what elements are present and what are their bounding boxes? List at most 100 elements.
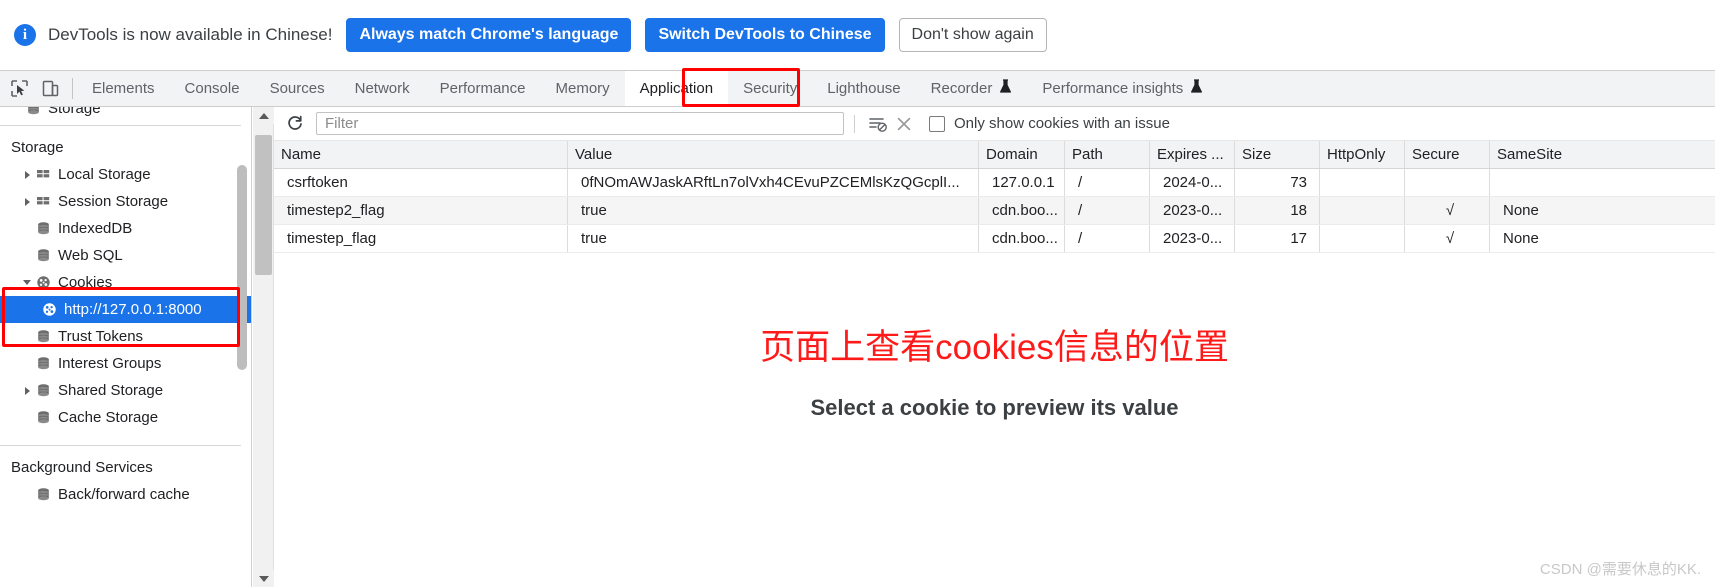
refresh-icon[interactable]: [282, 111, 308, 137]
column-header-name[interactable]: Name: [274, 141, 568, 168]
sidebar-section-storage: Storage: [11, 139, 64, 156]
chinese-annotation-text: 页面上查看cookies信息的位置: [760, 328, 1229, 367]
column-header-expires[interactable]: Expires ...: [1150, 141, 1235, 168]
twisty-right-icon[interactable]: [20, 386, 34, 395]
database-icon: [24, 107, 42, 116]
sidebar-item-label: Shared Storage: [58, 382, 164, 399]
cell-samesite: None: [1503, 230, 1539, 247]
sidebar-scrollbar-thumb[interactable]: [237, 165, 247, 370]
sidebar-item-local-storage[interactable]: Local Storage: [0, 161, 251, 188]
column-header-samesite[interactable]: SameSite: [1490, 141, 1590, 168]
devtools-window: i DevTools is now available in Chinese! …: [0, 0, 1715, 587]
cell-domain: cdn.boo...: [979, 197, 1065, 224]
cell-secure: [1405, 169, 1490, 196]
sidebar-item-trust-tokens[interactable]: Trust Tokens: [0, 323, 251, 350]
cookie-icon: [40, 302, 58, 317]
only-show-issues-checkbox[interactable]: Only show cookies with an issue: [929, 115, 1170, 132]
sidebar-scrollbar[interactable]: [237, 107, 247, 587]
watermark: CSDN @需要休息的KK.: [1539, 561, 1701, 578]
application-sidebar: Storage Storage Local Storage Session St…: [0, 107, 252, 587]
sidebar-item-cache-storage[interactable]: Cache Storage: [0, 404, 251, 431]
cookie-preview-area: 页面上查看cookies信息的位置 Select a cookie to pre…: [274, 249, 1715, 587]
tab-performance[interactable]: Performance: [425, 71, 541, 106]
cell-name: csrftoken: [274, 169, 568, 196]
sidebar-item-interest-groups[interactable]: Interest Groups: [0, 350, 251, 377]
tab-elements[interactable]: Elements: [77, 71, 170, 106]
cell-value: true: [568, 197, 979, 224]
devtools-tabstrip: Elements Console Sources Network Perform…: [0, 71, 1715, 107]
tabstrip-divider: [72, 78, 73, 99]
clear-filter-icon[interactable]: [865, 111, 891, 137]
tab-sources[interactable]: Sources: [255, 71, 340, 106]
column-header-size[interactable]: Size: [1235, 141, 1320, 168]
scroll-down-icon[interactable]: [253, 570, 274, 587]
tab-memory[interactable]: Memory: [541, 71, 625, 106]
sidebar-item-shared-storage[interactable]: Shared Storage: [0, 377, 251, 404]
scroll-up-icon[interactable]: [253, 107, 274, 124]
tab-network[interactable]: Network: [340, 71, 425, 106]
sidebar-item-label: Session Storage: [58, 193, 169, 210]
column-header-domain[interactable]: Domain: [979, 141, 1065, 168]
tab-console[interactable]: Console: [170, 71, 255, 106]
sidebar-item-cookies[interactable]: Cookies: [0, 269, 251, 296]
sidebar-item-label: Local Storage: [58, 166, 151, 183]
sidebar-item-label: IndexedDB: [58, 220, 133, 237]
twisty-right-icon[interactable]: [20, 197, 34, 206]
info-icon: i: [14, 24, 36, 46]
column-header-httponly[interactable]: HttpOnly: [1320, 141, 1405, 168]
cell-size: 73: [1235, 169, 1320, 196]
cell-path: /: [1065, 197, 1150, 224]
close-x-icon[interactable]: [891, 111, 917, 137]
table-row[interactable]: timestep2_flag true cdn.boo... / 2023-0.…: [274, 197, 1715, 225]
sidebar-item-indexeddb[interactable]: IndexedDB: [0, 215, 251, 242]
cookies-panel: Filter Only show cookies with an issue N…: [253, 107, 1715, 587]
column-header-secure[interactable]: Secure: [1405, 141, 1490, 168]
always-match-language-button[interactable]: Always match Chrome's language: [346, 18, 632, 52]
table-row[interactable]: csrftoken 0fNOmAWJaskARftLn7olVxh4CEvuPZ…: [274, 169, 1715, 197]
sidebar-item-back-forward-cache[interactable]: Back/forward cache: [0, 481, 251, 508]
database-icon: [34, 383, 52, 398]
tab-recorder[interactable]: Recorder: [916, 71, 1028, 106]
sidebar-item-cookie-origin[interactable]: http://127.0.0.1:8000: [0, 296, 251, 323]
panel-scrollbar-thumb[interactable]: [255, 135, 272, 275]
device-toolbar-icon[interactable]: [41, 79, 60, 98]
sidebar-divider-2: [0, 445, 241, 446]
sidebar-section-background-services: Background Services: [11, 459, 153, 476]
checkbox-box[interactable]: [929, 115, 945, 132]
switch-to-chinese-button[interactable]: Switch DevTools to Chinese: [645, 18, 885, 52]
preview-empty-message: Select a cookie to preview its value: [810, 395, 1179, 420]
tab-performance-insights[interactable]: Performance insights: [1027, 71, 1218, 106]
database-icon: [34, 221, 52, 236]
sidebar-item-storage-clipped[interactable]: Storage: [0, 107, 251, 119]
tab-application[interactable]: Application: [624, 71, 729, 106]
database-icon: [34, 410, 52, 425]
sidebar-item-label: Web SQL: [58, 247, 123, 264]
cell-secure: √: [1405, 197, 1490, 224]
table-icon: [34, 167, 52, 182]
dont-show-again-button[interactable]: Don't show again: [898, 18, 1047, 52]
tab-recorder-label: Recorder: [930, 80, 993, 97]
twisty-right-icon[interactable]: [20, 170, 34, 179]
cookies-toolbar: Filter Only show cookies with an issue: [274, 107, 1715, 141]
twisty-down-icon[interactable]: [20, 280, 34, 285]
column-header-value[interactable]: Value: [568, 141, 979, 168]
table-icon: [34, 194, 52, 209]
cell-expires: 2024-0...: [1150, 169, 1235, 196]
database-icon: [34, 487, 52, 502]
tabstrip-tools: [0, 71, 68, 106]
sidebar-item-label: Interest Groups: [58, 355, 162, 372]
cell-httponly: [1320, 225, 1405, 252]
inspect-element-icon[interactable]: [10, 79, 29, 98]
column-header-path[interactable]: Path: [1065, 141, 1150, 168]
cell-secure: √: [1405, 225, 1490, 252]
sidebar-item-session-storage[interactable]: Session Storage: [0, 188, 251, 215]
tab-security[interactable]: Security: [728, 71, 812, 106]
cell-value: 0fNOmAWJaskARftLn7olVxh4CEvuPZCEMlsKzQGc…: [568, 169, 979, 196]
table-header-row: Name Value Domain Path Expires ... Size …: [274, 141, 1715, 169]
sidebar-item-label: Back/forward cache: [58, 486, 190, 503]
database-icon: [34, 356, 52, 371]
tab-lighthouse[interactable]: Lighthouse: [812, 71, 915, 106]
panel-scrollbar[interactable]: [253, 107, 274, 587]
filter-input[interactable]: Filter: [316, 112, 844, 135]
sidebar-item-web-sql[interactable]: Web SQL: [0, 242, 251, 269]
